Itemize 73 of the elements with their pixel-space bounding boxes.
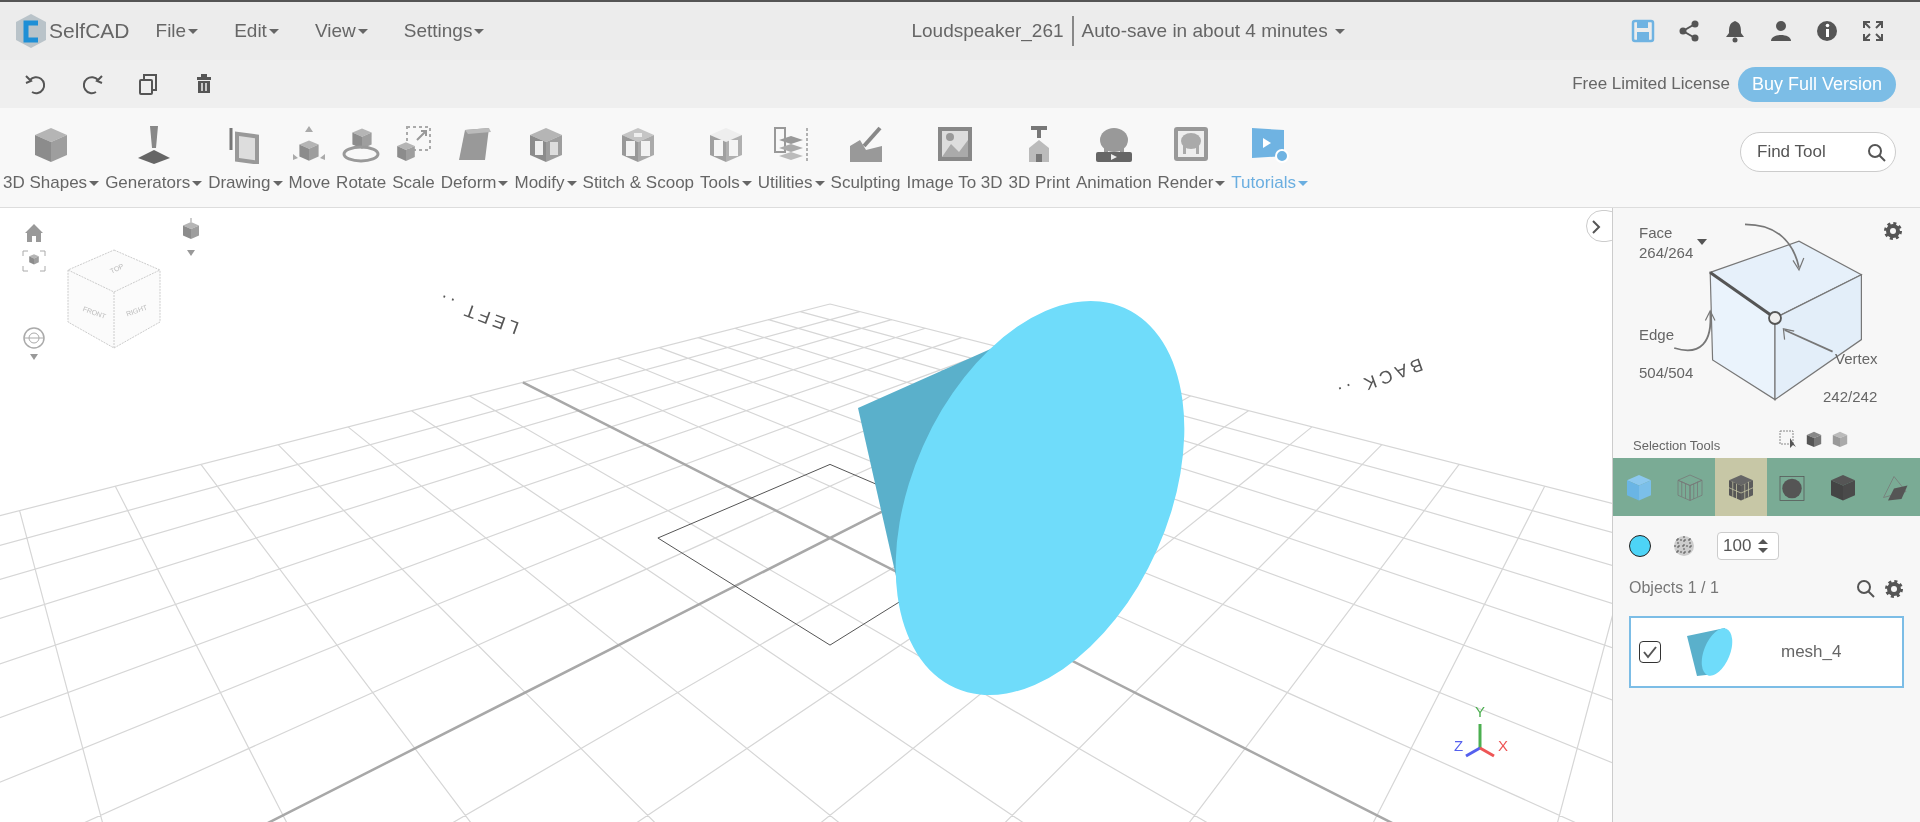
checkered-sphere-icon [1673, 535, 1695, 557]
fullscreen-icon [1861, 19, 1885, 44]
section-title: Selection Tools [1633, 437, 1721, 455]
info-icon [1815, 19, 1839, 44]
orbit-icon [22, 326, 46, 362]
undo-icon [24, 72, 48, 97]
menu-item[interactable]: View [296, 16, 386, 46]
redo-icon [80, 72, 104, 97]
menu-item[interactable]: Edit [216, 16, 297, 46]
cube-icon [1831, 430, 1849, 448]
selection-mode-label: Face [1639, 223, 1673, 243]
tool-button[interactable]: Image To 3D [903, 124, 1006, 196]
stepper-icon [1756, 537, 1770, 555]
document-title: Loudspeaker_261 [911, 18, 1064, 44]
tool-button[interactable]: Generators [102, 124, 206, 196]
wire-cube-icon [1674, 472, 1705, 502]
find-tool-box[interactable]: Find Tool [1740, 132, 1896, 172]
chevron-right-icon [1591, 218, 1601, 235]
tool-button[interactable]: Utilities [754, 124, 828, 196]
tool-button[interactable]: Render [1154, 124, 1229, 196]
logo-text: SelfCAD [49, 18, 130, 45]
logo-icon [16, 14, 46, 48]
license-label: Free Limited License [1572, 73, 1730, 96]
tool-button[interactable]: Deform [437, 124, 512, 196]
selection-mode-label: Edge [1639, 325, 1675, 345]
selection-count: 504/504 [1639, 363, 1694, 383]
selection-count: 242/242 [1823, 387, 1878, 407]
menu-item[interactable]: Settings [385, 16, 503, 46]
search-icon [1867, 142, 1887, 163]
zoom-fit-icon [22, 249, 46, 272]
tool-button[interactable]: Scale [389, 124, 438, 196]
check-icon [1642, 645, 1658, 659]
tool-button[interactable]: Sculpting [827, 124, 904, 196]
tool-button[interactable]: Drawing [205, 124, 286, 196]
opacity-field[interactable]: 100 [1718, 532, 1756, 560]
caret-icon [1697, 238, 1707, 245]
axis-label: X [1498, 738, 1508, 753]
selection-mode-label: Vertex [1835, 349, 1878, 369]
grid-label: LEFT .. [433, 289, 522, 339]
gear-icon [1884, 578, 1904, 599]
tool-button[interactable]: Stitch & Scoop [579, 124, 698, 196]
autosave-dropdown[interactable]: Auto-save in about 4 minutes [1071, 15, 1351, 47]
axis-label: Z [1454, 738, 1464, 753]
copy-icon [136, 72, 160, 97]
menu-item[interactable]: File [137, 16, 217, 46]
selection-count: 264/264 [1639, 243, 1694, 263]
color-swatch[interactable] [1629, 535, 1651, 557]
visibility-checkbox[interactable] [1639, 641, 1661, 663]
gear-icon [1883, 220, 1903, 241]
share-icon [1677, 19, 1701, 44]
home-icon [24, 222, 44, 243]
save-icon [1631, 19, 1655, 44]
tool-button[interactable]: Modify [511, 124, 580, 196]
selection-tool-button[interactable] [1715, 458, 1767, 516]
panel-toggle-button[interactable] [1586, 210, 1612, 242]
object-name: mesh_4 [1781, 641, 1842, 664]
find-tool-field[interactable]: Find Tool [1741, 138, 1859, 166]
opacity-spinner[interactable]: 100 [1717, 532, 1779, 560]
search-icon [1856, 578, 1876, 599]
tool-button[interactable]: Rotate [333, 124, 390, 196]
objects-count: Objects 1 / 1 [1629, 578, 1719, 598]
tool-button[interactable]: Animation [1073, 124, 1155, 196]
mesh-thumbnail-icon [1685, 626, 1733, 678]
axis-label: Y [1475, 704, 1485, 719]
tool-button[interactable]: 3D Shapes [0, 124, 103, 196]
user-icon [1769, 19, 1793, 44]
tool-button[interactable]: 3D Print [1005, 124, 1073, 196]
bell-icon [1723, 19, 1747, 44]
cube-icon [1805, 430, 1823, 448]
tool-button[interactable]: Move [285, 124, 334, 196]
tool-button[interactable]: Tools [697, 124, 755, 196]
object-row[interactable]: mesh_4 [1629, 616, 1904, 688]
box-select-icon [1779, 430, 1797, 448]
